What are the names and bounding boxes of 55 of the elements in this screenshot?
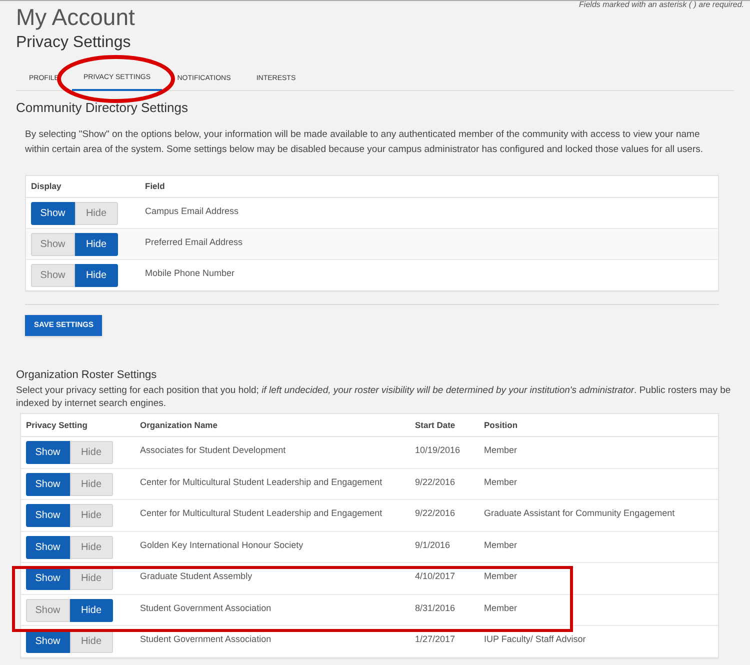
table-cell: Field (145, 180, 165, 192)
show-toggle[interactable]: Show (26, 630, 70, 653)
section-heading: Community Directory Settings (16, 99, 189, 117)
table-cell-text: Member (484, 570, 518, 583)
table-cell-text: 4/10/2017 (415, 570, 456, 583)
show-toggle[interactable]: Show (26, 504, 70, 527)
table-cell-text: Student Government Association (140, 633, 272, 646)
table-cell-text: Student Government Association (140, 602, 272, 614)
table-cell-text: Start Date (415, 418, 456, 432)
hide-toggle[interactable]: Hide (70, 441, 113, 464)
table-cell-text: 9/22/2016 (415, 476, 456, 488)
page-subtitle: Privacy Settings (16, 33, 131, 53)
hide-toggle[interactable]: Hide (70, 536, 113, 558)
show-toggle[interactable]: Show (31, 264, 74, 286)
show-toggle[interactable]: Show (31, 232, 74, 256)
show-toggle[interactable]: Show (26, 598, 70, 622)
page-title: My Account (16, 3, 135, 31)
show-toggle[interactable]: Show (31, 202, 74, 224)
table-cell-text: Organization Name (140, 418, 218, 432)
show-toggle[interactable]: Show (26, 567, 70, 590)
show-toggle[interactable]: Show (26, 441, 70, 464)
table-cell-text: 8/31/2016 (415, 602, 456, 614)
hide-toggle[interactable]: Hide (74, 202, 118, 224)
table-cell-text: Graduate Assistant for Community Engagement (484, 507, 675, 520)
table-cell-text: Member (484, 538, 518, 552)
table-cell-text: Graduate Student Assembly (140, 570, 254, 583)
table-cell-text: Display (30, 180, 62, 192)
hide-toggle[interactable]: Hide (74, 232, 118, 256)
table-cell-text: Member (484, 602, 518, 614)
table-cell-text: IUP Faculty/ Staff Advisor (484, 633, 586, 646)
hide-toggle[interactable]: Hide (70, 504, 113, 527)
table-cell-text: 9/1/2016 (415, 538, 452, 552)
table-cell-text: 10/19/2016 (415, 444, 462, 457)
hide-toggle[interactable]: Hide (70, 598, 113, 622)
table-cell-text: 9/22/2016 (415, 507, 456, 520)
table-cell: Position (484, 418, 518, 432)
table-cell-text: Center for Multicultural Student Leadership and Engagement (140, 507, 384, 520)
table-cell-text: Center for Multicultural Student Leadership and Engagement (140, 476, 384, 489)
section-heading: Organization Roster Settings (16, 368, 158, 382)
table-cell-text: Preferred Email Address (145, 236, 243, 248)
table-cell-text: Golden Key International Honour Society (140, 538, 304, 552)
hide-toggle[interactable]: Hide (74, 264, 118, 286)
table-cell-text: 1/27/2017 (415, 633, 456, 646)
table-cell-text: Mobile Phone Number (145, 266, 235, 280)
table-cell-text: Associates for Student Development (140, 444, 287, 457)
hide-toggle[interactable]: Hide (70, 472, 113, 496)
table-cell-text: Member (484, 444, 518, 457)
table-cell-text: Member (484, 476, 518, 488)
show-toggle[interactable]: Show (26, 472, 70, 496)
table-cell-text: Privacy Setting (25, 418, 88, 432)
required-note: Fields marked with an asterisk ( ) are required. (579, 0, 744, 11)
section-description: By selecting "Show" on the options below, your information will be made available to any authenticated member of the community with access to view your name within certain area of the system. Some settings below may be disabled because your campus administrator has configured and locked those values for all users. (24, 128, 704, 156)
show-toggle[interactable]: Show (26, 536, 70, 558)
section-description: Select your privacy setting for each position that you hold; if left undecided, your roster visibility will be determined by your institution's administrator. Public rosters may be indexed by internet search engines. (16, 384, 732, 410)
table-cell-text: Campus Email Address (145, 204, 239, 218)
